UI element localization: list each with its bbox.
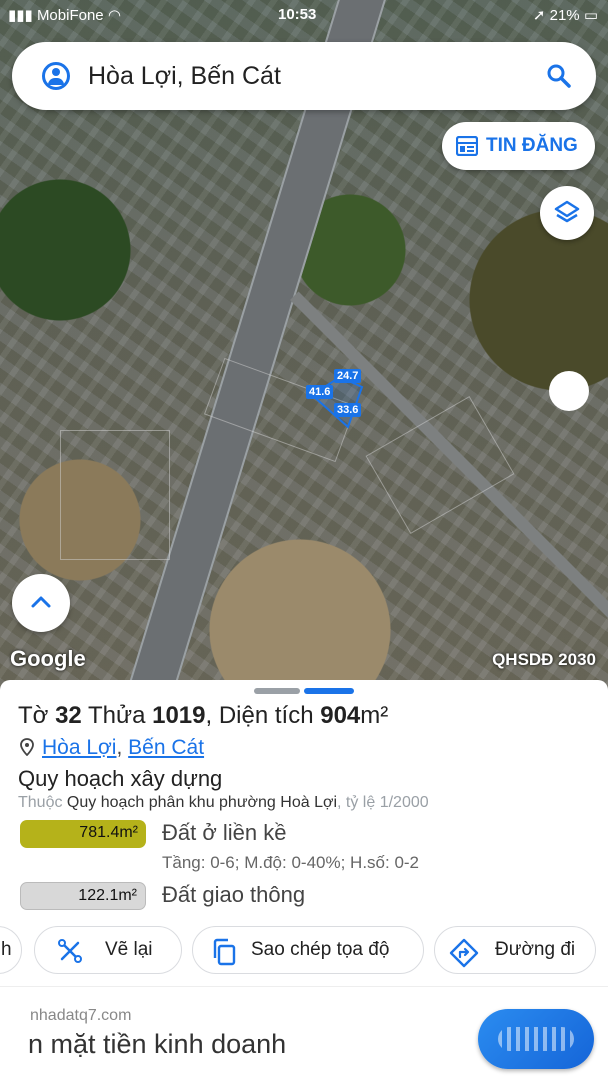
sheet-handle-active[interactable]	[304, 688, 354, 694]
zone-label: Đất ở liền kề	[162, 820, 287, 845]
location-arrow-icon: ➚	[532, 7, 550, 24]
parcel-highlight[interactable]: 24.7 41.6 33.6	[300, 365, 370, 435]
carrier-label: ▮▮▮ MobiFone ◠	[8, 7, 121, 24]
zone-area-badge: 122.1m²	[20, 882, 146, 910]
battery-status: ➚ 21% ▭	[532, 7, 598, 24]
parcel-boundary	[60, 430, 170, 560]
redraw-icon	[58, 939, 82, 963]
status-bar: ▮▮▮ MobiFone ◠ 10:53 ➚ 21% ▭	[0, 4, 608, 28]
clock: 10:53	[278, 6, 317, 23]
plan-layer-label: QHSDĐ 2030	[492, 650, 596, 669]
zone-row: 781.4m² Đất ở liền kề	[20, 820, 286, 848]
district-link[interactable]: Bến Cát	[128, 736, 204, 759]
search-input[interactable]: Hòa Lợi, Bến Cát	[88, 62, 281, 91]
plan-name: Quy hoạch phân khu phường Hoà Lợi	[66, 794, 338, 811]
listing-icon	[456, 136, 478, 156]
copy-icon	[213, 938, 236, 966]
wifi-icon: ◠	[107, 7, 121, 24]
ad-text: n mặt tiền kinh doanh	[28, 1029, 287, 1059]
ad-banner[interactable]: nhadatq7.com n mặt tiền kinh doanh	[0, 986, 608, 1080]
tin-dang-button[interactable]: TIN ĐĂNG	[442, 122, 595, 170]
ward-link[interactable]: Hòa Lợi	[42, 736, 116, 759]
ad-site: nhadatq7.com	[30, 1007, 132, 1024]
action-bar: h Vẽ lại Sao chép tọa độ Đường đi	[0, 926, 608, 978]
partial-action-button[interactable]: h	[0, 926, 22, 974]
search-bar[interactable]: Hòa Lợi, Bến Cát	[12, 42, 596, 110]
parcel-info-sheet[interactable]: Tờ 32 Thửa 1019, Diện tích 904m² Hòa Lợi…	[0, 680, 608, 1080]
section-title: Quy hoạch xây dựng	[18, 766, 223, 791]
dimension-label: 33.6	[334, 403, 362, 417]
redraw-label: Vẽ lại	[105, 939, 153, 960]
directions-icon	[449, 938, 479, 968]
zone-area-badge: 781.4m²	[20, 820, 146, 848]
plan-source: Thuộc Quy hoạch phân khu phường Hoà Lợi,…	[18, 794, 429, 811]
copy-coordinates-button[interactable]: Sao chép tọa độ	[192, 926, 424, 974]
zone-label: Đất giao thông	[162, 882, 306, 907]
layers-icon	[554, 200, 580, 223]
chevron-up-icon	[31, 596, 51, 608]
parcel-boundary	[365, 396, 515, 534]
ad-cta-button[interactable]	[478, 1009, 594, 1069]
google-logo: Google	[10, 646, 86, 671]
search-icon[interactable]	[546, 63, 572, 89]
dimension-label: 41.6	[306, 385, 334, 399]
layers-button[interactable]	[540, 186, 594, 240]
parcel-location: Hòa Lợi, Bến Cát	[20, 736, 204, 760]
sheet-handle[interactable]	[254, 688, 300, 694]
zone-row: 122.1m² Đất giao thông	[20, 882, 305, 910]
map-side-handle[interactable]	[549, 371, 589, 411]
parcel-title: Tờ 32 Thửa 1019, Diện tích 904m²	[18, 702, 389, 729]
copy-coordinates-label: Sao chép tọa độ	[251, 939, 390, 960]
directions-label: Đường đi	[495, 939, 576, 960]
battery-icon: ▭	[583, 7, 598, 24]
location-pin-icon	[20, 738, 34, 756]
account-icon[interactable]	[42, 62, 70, 90]
redraw-button[interactable]: Vẽ lại	[34, 926, 182, 974]
directions-button[interactable]: Đường đi	[434, 926, 596, 974]
tin-dang-label: TIN ĐĂNG	[486, 135, 578, 156]
map-view[interactable]: ▮▮▮ MobiFone ◠ 10:53 ➚ 21% ▭ Hòa Lợi, Bế…	[0, 0, 608, 690]
expand-up-button[interactable]	[12, 574, 70, 632]
signal-icon: ▮▮▮	[8, 7, 37, 24]
zone-detail: Tầng: 0-6; M.độ: 0-40%; H.số: 0-2	[162, 853, 420, 872]
dimension-label: 24.7	[334, 369, 362, 383]
